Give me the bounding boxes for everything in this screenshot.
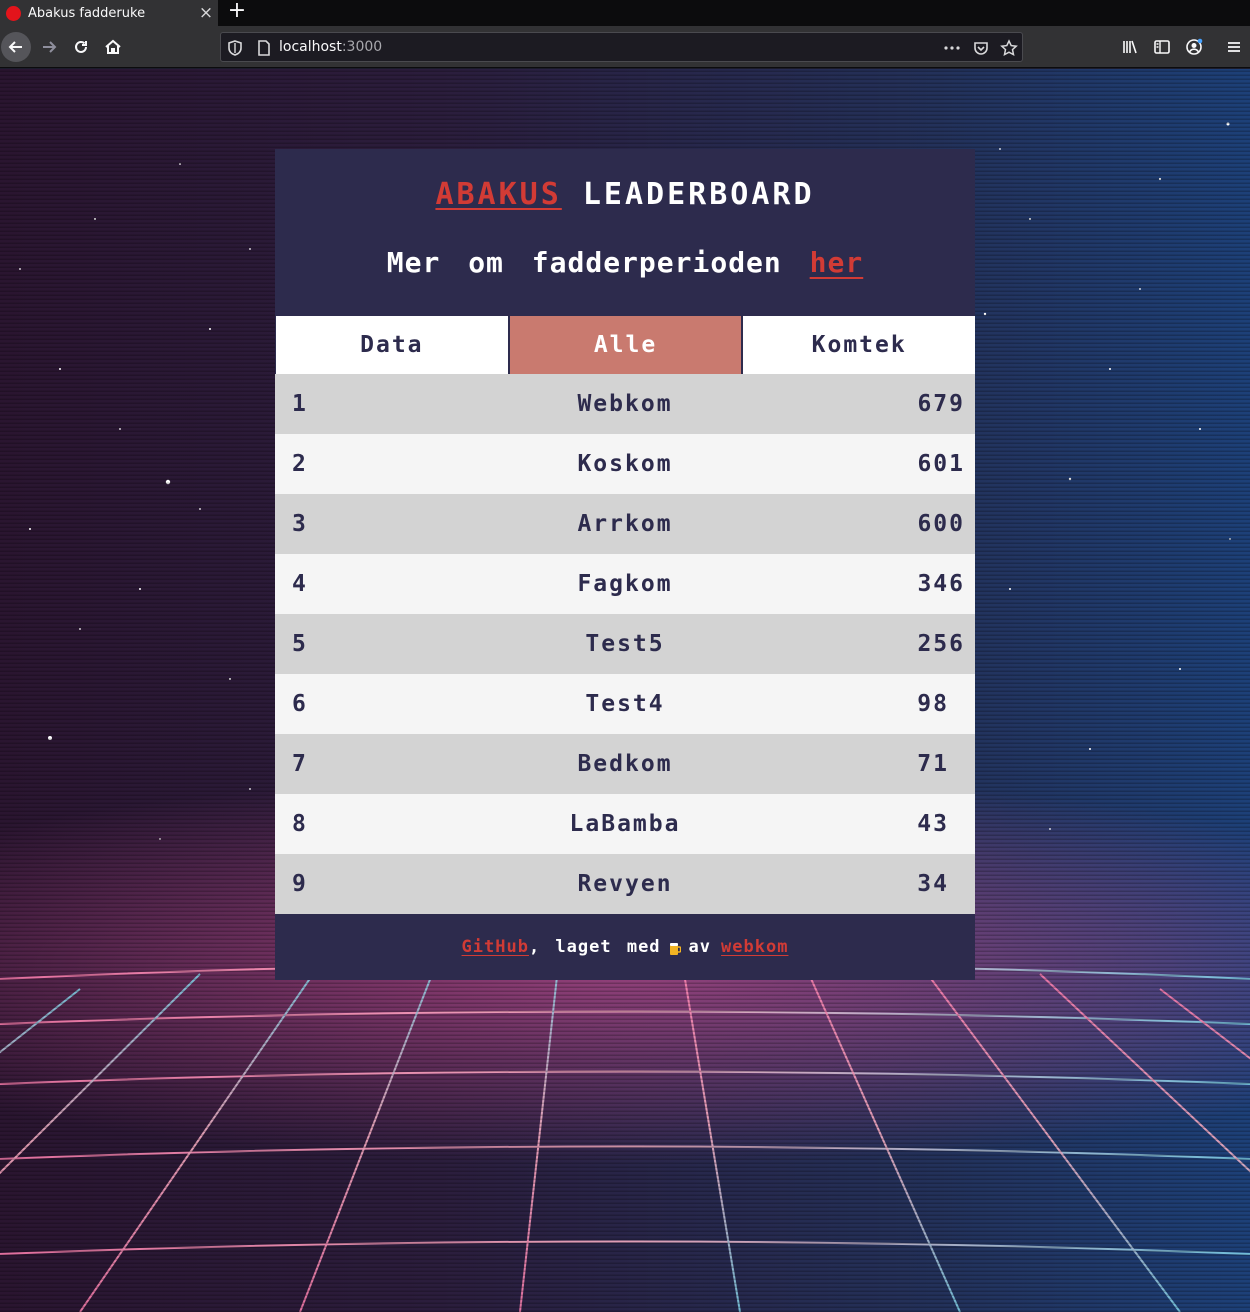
page-title: ABAKUS LEADERBOARD [275, 177, 975, 212]
tab-komtek[interactable]: Komtek [743, 316, 976, 374]
table-row: 7 Bedkom 71 [275, 734, 975, 794]
row-score: 98 [917, 691, 949, 717]
github-link[interactable]: GitHub [462, 937, 529, 957]
row-rank: 9 [292, 871, 308, 897]
webkom-link[interactable]: webkom [721, 937, 788, 957]
browser-tab[interactable]: Abakus fadderuke × [0, 0, 218, 26]
table-row: 4 Fagkom 346 [275, 554, 975, 614]
account-button[interactable] [1179, 32, 1209, 62]
row-rank: 7 [292, 751, 308, 777]
subtitle: Mer om fadderperioden her [275, 246, 975, 279]
row-score: 600 [917, 511, 965, 537]
tab-data[interactable]: Data [276, 316, 508, 374]
library-button[interactable] [1115, 32, 1145, 62]
reload-icon [75, 40, 87, 53]
row-score: 601 [917, 451, 965, 477]
account-icon [1186, 38, 1203, 55]
group-tabs: Data Alle Komtek [275, 316, 976, 374]
row-name: Revyen [577, 871, 673, 897]
row-rank: 4 [292, 571, 308, 597]
hamburger-menu-icon [1228, 42, 1240, 52]
favicon-icon [6, 5, 21, 21]
table-row: 9 Revyen 34 [275, 854, 975, 914]
arrow-right-icon [43, 41, 57, 53]
row-name: LaBamba [569, 811, 681, 837]
new-tab-icon[interactable]: + [224, 0, 250, 26]
table-row: 5 Test5 256 [275, 614, 975, 674]
more-info-link[interactable]: her [810, 246, 864, 279]
page-viewport: ABAKUS LEADERBOARD Mer om fadderperioden… [0, 69, 1250, 1312]
browser-tab-strip: Abakus fadderuke × + [0, 0, 1250, 26]
row-rank: 8 [292, 811, 308, 837]
reload-button[interactable] [66, 32, 96, 62]
row-name: Test4 [585, 691, 665, 717]
home-icon [105, 39, 121, 54]
table-row: 1 Webkom 679 [275, 374, 975, 434]
close-tab-icon[interactable]: × [194, 3, 218, 23]
url-host: localhost [279, 39, 342, 55]
row-score: 346 [917, 571, 965, 597]
library-icon [1123, 40, 1137, 54]
row-name: Bedkom [577, 751, 673, 777]
menu-button[interactable] [1219, 32, 1249, 62]
sidebar-button[interactable] [1147, 32, 1177, 62]
row-score: 256 [917, 631, 965, 657]
tab-alle[interactable]: Alle [509, 316, 742, 374]
title-text: LEADERBOARD [582, 177, 815, 212]
arrow-left-icon [8, 41, 22, 53]
row-rank: 3 [292, 511, 308, 537]
leaderboard-header: ABAKUS LEADERBOARD Mer om fadderperioden… [275, 149, 975, 316]
home-button[interactable] [98, 32, 128, 62]
page-icon [258, 40, 270, 56]
row-rank: 2 [292, 451, 308, 477]
row-score: 679 [917, 391, 965, 417]
footer-made-with: , laget med [528, 937, 661, 957]
footer: GitHub , laget med av webkom [275, 914, 975, 980]
row-rank: 5 [292, 631, 308, 657]
url-text: localhost:3000 [279, 39, 382, 55]
url-port: :3000 [341, 39, 383, 55]
row-score: 43 [917, 811, 949, 837]
row-name: Test5 [585, 631, 665, 657]
row-score: 71 [917, 751, 949, 777]
table-row: 8 LaBamba 43 [275, 794, 975, 854]
shield-icon[interactable] [226, 39, 244, 57]
row-rank: 6 [292, 691, 308, 717]
abakus-link[interactable]: ABAKUS [435, 177, 561, 212]
table-row: 3 Arrkom 600 [275, 494, 975, 554]
row-name: Webkom [577, 391, 673, 417]
leaderboard-table: 1 Webkom 679 2 Koskom 601 3 Arrkom 600 4… [275, 374, 975, 914]
forward-button[interactable] [34, 32, 64, 62]
leaderboard-card: ABAKUS LEADERBOARD Mer om fadderperioden… [275, 149, 976, 980]
bookmark-star-icon[interactable] [1000, 39, 1018, 57]
browser-navbar: localhost:3000 [0, 26, 1250, 68]
pocket-icon[interactable] [972, 39, 990, 57]
address-bar[interactable]: localhost:3000 [220, 32, 1023, 62]
back-button[interactable] [1, 32, 31, 62]
row-rank: 1 [292, 391, 308, 417]
tab-title: Abakus fadderuke [28, 5, 146, 21]
more-actions-icon[interactable] [943, 39, 961, 57]
footer-by: av [688, 937, 712, 957]
sidebar-icon [1154, 40, 1170, 54]
beer-icon [669, 943, 681, 955]
row-name: Fagkom [577, 571, 673, 597]
table-row: 6 Test4 98 [275, 674, 975, 734]
row-name: Koskom [577, 451, 673, 477]
subtitle-text: Mer om fadderperioden [386, 246, 782, 279]
row-score: 34 [917, 871, 949, 897]
row-name: Arrkom [577, 511, 673, 537]
table-row: 2 Koskom 601 [275, 434, 975, 494]
